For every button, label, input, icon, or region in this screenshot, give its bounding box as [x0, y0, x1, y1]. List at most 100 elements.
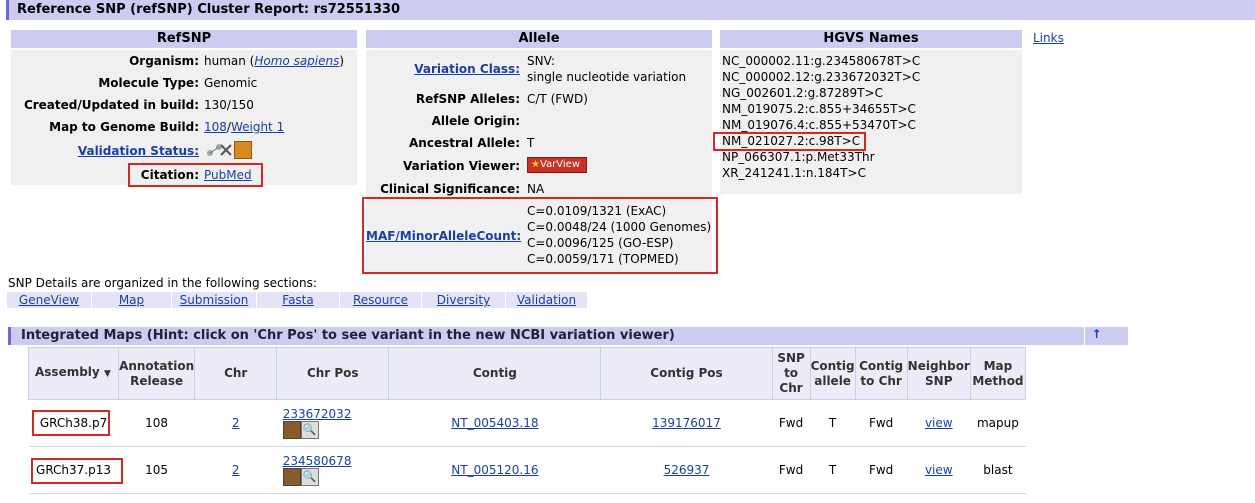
magnifier-icon[interactable]: 🔍	[300, 421, 319, 439]
sections-text: SNP Details are organized in the followi…	[8, 276, 317, 290]
tab-validation[interactable]: Validation	[506, 292, 588, 308]
moltype-value: Genomic	[204, 76, 258, 90]
scroll-up-icon[interactable]: ↑	[1084, 327, 1108, 345]
chr-pos-link[interactable]: 234580678	[283, 454, 352, 468]
map-method-cell: blast	[970, 446, 1026, 494]
chr-pos-cell: 233672032 🔍	[276, 399, 389, 447]
tab-submission[interactable]: Submission	[172, 292, 257, 308]
sort-down-icon[interactable]: ▼	[104, 369, 111, 379]
organism-value: human (Homo sapiens)	[204, 50, 344, 72]
allele-header: Allele	[366, 30, 712, 48]
col-annotation-release: Annotation Release	[118, 347, 196, 400]
validation-status-link[interactable]: Validation Status:	[78, 144, 199, 158]
map-build-label: Map to Genome Build:	[49, 120, 199, 134]
hgvs-header: HGVS Names	[720, 30, 1022, 48]
col-chr: Chr	[194, 347, 278, 400]
grch38-highlight	[32, 410, 110, 436]
tab-geneview[interactable]: GeneView	[7, 292, 92, 308]
variation-class-link[interactable]: Variation Class:	[414, 62, 520, 76]
col-neighbor-snp: Neighbor SNP	[906, 347, 971, 400]
organism-suffix: )	[339, 54, 345, 68]
contig-cell: NT_005120.16	[388, 446, 601, 494]
contig-to-chr-cell: Fwd	[855, 399, 908, 447]
validation-cluster-icon[interactable]	[205, 141, 233, 159]
chr-link[interactable]: 2	[232, 463, 240, 477]
varview-label: VarView	[539, 159, 581, 170]
chr-cell: 2	[194, 446, 277, 494]
chr-pos-link[interactable]: 233672032	[283, 407, 352, 421]
contig-link[interactable]: NT_005120.16	[451, 463, 538, 477]
contig-allele-cell: T	[810, 446, 856, 494]
tab-diversity[interactable]: Diversity	[422, 292, 506, 308]
neighbor-cell: view	[907, 399, 971, 447]
page-title: Reference SNP (refSNP) Cluster Report: r…	[6, 0, 1255, 20]
organism-label: Organism:	[129, 54, 199, 68]
contig-pos-link[interactable]: 139176017	[652, 416, 721, 430]
varclass-value: SNV: single nucleotide variation	[527, 53, 686, 85]
release-cell: 108	[118, 399, 195, 447]
hgvs-name: NP_066307.1:p.Met33Thr	[722, 150, 875, 164]
hgvs-name: NG_002601.2:g.87289T>C	[722, 86, 883, 100]
maf-highlight	[362, 197, 718, 274]
integrated-maps-title: Integrated Maps (Hint: click on 'Chr Pos…	[21, 328, 675, 343]
col-snp-to-chr: SNP to Chr	[771, 347, 811, 400]
ancestral-label: Ancestral Allele:	[409, 136, 520, 150]
col-assembly-label: Assembly	[35, 365, 100, 379]
validation-label: Validation Status:	[11, 140, 199, 162]
contig-pos-cell: 139176017	[600, 399, 773, 447]
contig-pos-cell: 526937	[600, 446, 773, 494]
table-row: GRCh38.p7 108 2 233672032 🔍 NT_005403.18 …	[28, 399, 1026, 447]
hgvs-name: XR_241241.1:n.184T>C	[722, 166, 866, 180]
hgvs-name: NC_000002.11:g.234580678T>C	[722, 54, 921, 68]
release-cell: 105	[118, 446, 195, 494]
col-contig-allele: Contig allele	[809, 347, 856, 400]
col-contig: Contig	[388, 347, 602, 400]
varview-button[interactable]: ★VarView	[527, 157, 587, 173]
refsnp-header: RefSNP	[11, 30, 357, 48]
contig-pos-link[interactable]: 526937	[664, 463, 710, 477]
col-chr-pos: Chr Pos	[276, 347, 390, 400]
contig-allele-cell: T	[810, 399, 856, 447]
chr-cell: 2	[194, 399, 277, 447]
col-contig-pos: Contig Pos	[600, 347, 773, 400]
col-contig-to-chr: Contig to Chr	[854, 347, 908, 400]
organism-link[interactable]: Homo sapiens	[254, 54, 339, 68]
citation-highlight	[128, 163, 263, 187]
neighbor-view-link[interactable]: view	[925, 416, 953, 430]
col-assembly[interactable]: Assembly ▼	[27, 347, 120, 400]
viewer-label: Variation Viewer:	[403, 159, 520, 173]
contig-to-chr-cell: Fwd	[855, 446, 908, 494]
chr-link[interactable]: 2	[232, 416, 240, 430]
varclass-value-2: single nucleotide variation	[527, 70, 687, 84]
magnifier-icon[interactable]: 🔍	[300, 468, 319, 486]
contig-cell: NT_005403.18	[388, 399, 601, 447]
tab-fasta[interactable]: Fasta	[257, 292, 340, 308]
neighbor-view-link[interactable]: view	[925, 463, 953, 477]
integrated-maps-bar: Integrated Maps (Hint: click on 'Chr Pos…	[8, 327, 1128, 345]
varclass-label: Variation Class:	[366, 58, 520, 80]
hgvs-highlight	[713, 132, 866, 151]
ancestral-value: T	[527, 136, 535, 150]
validation-1000g-icon[interactable]	[234, 141, 252, 159]
1000g-icon[interactable]	[282, 468, 301, 486]
contig-link[interactable]: NT_005403.18	[451, 416, 538, 430]
map-method-cell: mapup	[970, 399, 1026, 447]
created-label: Created/Updated in build:	[23, 98, 199, 112]
chr-pos-cell: 234580678 🔍	[276, 446, 389, 494]
table-row: GRCh37.p13 105 2 234580678 🔍 NT_005120.16…	[28, 446, 1026, 494]
links-link[interactable]: Links	[1033, 31, 1064, 45]
neighbor-cell: view	[907, 446, 971, 494]
1000g-icon[interactable]	[282, 421, 301, 439]
tab-map[interactable]: Map	[92, 292, 172, 308]
star-icon: ★	[531, 159, 540, 170]
refsnp-alleles-label: RefSNP Alleles:	[415, 92, 520, 106]
integrated-maps-table: Assembly ▼ Annotation Release Chr Chr Po…	[27, 347, 1027, 494]
weight-link[interactable]: Weight 1	[231, 120, 284, 134]
build-108-link[interactable]: 108	[204, 120, 227, 134]
varclass-value-1: SNV:	[527, 54, 555, 68]
tab-resource[interactable]: Resource	[340, 292, 422, 308]
created-value: 130/150	[204, 98, 254, 112]
col-map-method: Map Method	[969, 347, 1027, 400]
grch37-highlight	[31, 458, 123, 484]
hgvs-list: NC_000002.11:g.234580678T>C NC_000002.12…	[722, 53, 920, 181]
